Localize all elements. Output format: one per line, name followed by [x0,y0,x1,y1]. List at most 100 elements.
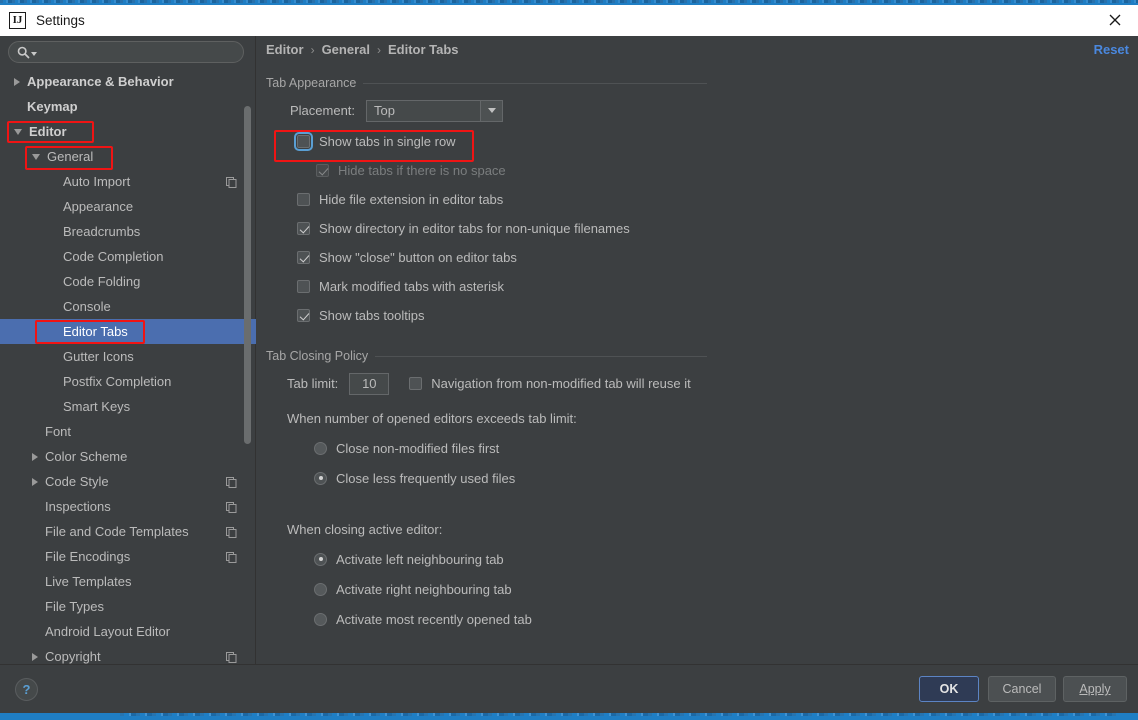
radio-label: Activate left neighbouring tab [336,551,504,567]
help-button[interactable]: ? [15,678,38,701]
checkbox-show-tabs-in-single-row[interactable] [294,132,313,151]
checkbox-label: Show directory in editor tabs for non-un… [319,221,630,236]
radio-activate-left-neighbouring-tab[interactable] [314,552,327,566]
sidebar-item-postfix-completion[interactable]: Postfix Completion [0,369,256,394]
checkbox-show-tabs-tooltips[interactable] [297,309,310,322]
copy-icon [226,176,237,191]
radio-close-less-frequently-used-files[interactable] [314,471,327,485]
sidebar-item-live-templates[interactable]: Live Templates [0,569,256,594]
copy-icon [226,651,237,664]
settings-tree[interactable]: Appearance & Behavior Keymap Editor General… [0,69,256,664]
radio-row-activate-most-recently-opened-tab[interactable]: Activate most recently opened tab [314,604,707,634]
radio-close-non-modified-files-first[interactable] [314,441,327,455]
sidebar-item-label: File Encodings [45,549,131,564]
close-icon[interactable] [1092,5,1138,35]
apply-button[interactable]: Apply [1063,676,1127,702]
sidebar-item-editor-tabs[interactable]: Editor Tabs [0,319,256,344]
sidebar-item-label: Font [45,424,72,439]
radio-row-close-less-frequently-used-files[interactable]: Close less frequently used files [314,463,707,493]
chevron-right-icon[interactable] [32,452,38,461]
checkbox-show-directory-in-editor-tabs-for-non-unique-filenames[interactable] [297,222,310,235]
placement-row: Placement: Top [290,96,707,125]
search-icon [17,46,30,58]
search-box[interactable] [8,41,244,63]
sidebar-item-code-completion[interactable]: Code Completion [0,244,256,269]
copy-icon [226,526,237,541]
checkbox-hide-file-extension-in-editor-tabs[interactable] [297,193,310,206]
placement-label: Placement: [290,103,356,118]
settings-content-pane: Editor › General › Editor Tabs Reset Tab App… [257,36,1138,664]
breadcrumb-item-editor[interactable]: Editor [266,42,304,57]
checkbox-row-show-tabs-tooltips[interactable]: Show tabs tooltips [297,301,707,330]
checkbox-row-show-directory-in-editor-tabs-for-non-unique-filenames[interactable]: Show directory in editor tabs for non-un… [297,214,707,243]
tab-limit-input[interactable] [349,372,390,395]
chevron-right-icon[interactable] [32,652,38,661]
breadcrumb-item-editor-tabs[interactable]: Editor Tabs [388,42,459,57]
checkbox-row-hide-tabs-if-there-is-no-space[interactable]: Hide tabs if there is no space [316,156,707,185]
checkbox-show-close-button-on-editor-tabs[interactable] [297,251,310,264]
tab-limit-row: Tab limit: Navigation from non-modified … [287,369,707,398]
chevron-down-icon[interactable] [32,153,40,160]
checkbox-row-hide-file-extension-in-editor-tabs[interactable]: Hide file extension in editor tabs [297,185,707,214]
settings-dialog: IJ Settings Appearance & Behavior Keymap… [0,0,1138,720]
sidebar-item-smart-keys[interactable]: Smart Keys [0,394,256,419]
sidebar-item-breadcrumbs[interactable]: Breadcrumbs [0,219,256,244]
sidebar-item-label: Smart Keys [63,399,131,414]
sidebar-item-label: Auto Import [63,174,131,189]
sidebar-item-font[interactable]: Font [0,419,256,444]
sidebar-item-label: Editor [29,124,67,139]
group-divider [363,82,707,84]
sidebar-item-console[interactable]: Console [0,294,256,319]
closing-label-row: When closing active editor: [287,515,707,544]
search-input[interactable] [42,45,243,59]
reset-link[interactable]: Reset [1094,42,1129,57]
sidebar-item-keymap[interactable]: Keymap [0,94,256,119]
sidebar-item-code-folding[interactable]: Code Folding [0,269,256,294]
sidebar-item-copyright[interactable]: Copyright [0,644,256,664]
chevron-right-icon[interactable] [32,477,38,486]
radio-activate-right-neighbouring-tab[interactable] [314,582,327,596]
radio-row-activate-right-neighbouring-tab[interactable]: Activate right neighbouring tab [314,574,707,604]
checkbox-row-show-tabs-in-single-row[interactable]: Show tabs in single row [294,127,707,156]
chevron-right-icon[interactable] [14,77,20,86]
chevron-down-icon[interactable] [31,51,37,56]
sidebar-item-code-style[interactable]: Code Style [0,469,256,494]
dialog-body: Appearance & Behavior Keymap Editor General… [0,36,1138,664]
checkbox-mark-modified-tabs-with-asterisk[interactable] [297,280,310,293]
sidebar-item-inspections[interactable]: Inspections [0,494,256,519]
sidebar-item-general[interactable]: General [0,144,256,169]
tab-limit-label: Tab limit: [287,376,339,391]
chevron-down-icon[interactable] [14,128,22,135]
radio-row-activate-left-neighbouring-tab[interactable]: Activate left neighbouring tab [314,544,707,574]
breadcrumb-item-general[interactable]: General [322,42,370,57]
radio-activate-most-recently-opened-tab[interactable] [314,612,327,626]
ok-button[interactable]: OK [919,676,979,702]
navigation-reuse-label: Navigation from non-modified tab will re… [431,376,691,391]
sidebar-item-file-and-code-templates[interactable]: File and Code Templates [0,519,256,544]
sidebar-item-label: Copyright [45,649,101,664]
sidebar-item-label: Code Folding [63,274,141,289]
sidebar-scrollbar[interactable] [244,106,251,444]
checkbox-label: Show tabs in single row [319,134,456,149]
cancel-button[interactable]: Cancel [988,676,1056,702]
sidebar-item-gutter-icons[interactable]: Gutter Icons [0,344,256,369]
sidebar-item-label: Android Layout Editor [45,624,171,639]
sidebar-item-auto-import[interactable]: Auto Import [0,169,256,194]
sidebar-item-appearance-behavior[interactable]: Appearance & Behavior [0,69,256,94]
radio-row-close-non-modified-files-first[interactable]: Close non-modified files first [314,433,707,463]
navigation-reuse-checkbox[interactable] [409,377,423,390]
sidebar-item-file-types[interactable]: File Types [0,594,256,619]
sidebar-item-appearance[interactable]: Appearance [0,194,256,219]
sidebar-item-file-encodings[interactable]: File Encodings [0,544,256,569]
checkbox-row-mark-modified-tabs-with-asterisk[interactable]: Mark modified tabs with asterisk [297,272,707,301]
sidebar-item-color-scheme[interactable]: Color Scheme [0,444,256,469]
sidebar-item-editor[interactable]: Editor [0,119,256,144]
checkbox-row-show-close-button-on-editor-tabs[interactable]: Show "close" button on editor tabs [297,243,707,272]
sidebar-item-android-layout-editor[interactable]: Android Layout Editor [0,619,256,644]
chevron-down-icon[interactable] [480,100,503,121]
placement-dropdown[interactable]: Top [366,99,504,122]
